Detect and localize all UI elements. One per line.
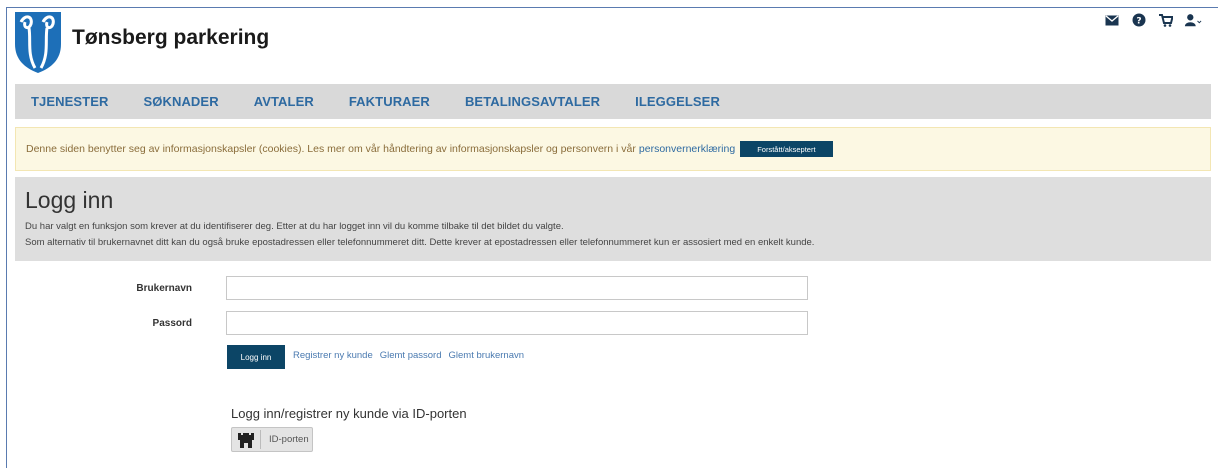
divider	[260, 430, 261, 449]
top-toolbar: ?	[1103, 12, 1202, 28]
envelope-icon[interactable]	[1103, 12, 1121, 28]
id-porten-button[interactable]: ID-porten	[231, 427, 313, 452]
nav-item-tjenester[interactable]: TJENESTER	[31, 94, 108, 109]
register-link[interactable]: Registrer ny kunde	[293, 350, 373, 361]
accept-cookies-button[interactable]: Forstått/akseptert	[740, 141, 833, 157]
municipality-logo	[15, 12, 61, 73]
username-label: Brukernavn	[136, 283, 192, 294]
id-porten-icon	[237, 430, 255, 449]
cart-icon[interactable]	[1157, 12, 1175, 28]
forgot-username-link[interactable]: Glemt brukernavn	[449, 350, 525, 361]
nav-item-ileggelser[interactable]: ILEGGELSER	[635, 94, 720, 109]
help-icon[interactable]: ?	[1130, 12, 1148, 28]
cookie-text: Denne siden benytter seg av informasjons…	[26, 143, 636, 155]
username-field[interactable]	[226, 276, 808, 300]
info-text-2: Som alternativ til brukernavnet ditt kan…	[25, 237, 815, 248]
user-menu-icon[interactable]	[1184, 12, 1202, 28]
password-label: Passord	[152, 318, 192, 329]
forgot-password-link[interactable]: Glemt passord	[380, 350, 442, 361]
password-field[interactable]	[226, 311, 808, 335]
info-text-1: Du har valgt en funksjon som krever at d…	[25, 221, 564, 232]
nav-item-avtaler[interactable]: AVTALER	[254, 94, 314, 109]
privacy-link[interactable]: personvernerklæring	[639, 143, 735, 155]
nav-item-soknader[interactable]: SØKNADER	[143, 94, 218, 109]
svg-text:?: ?	[1136, 17, 1141, 27]
nav-item-fakturaer[interactable]: FAKTURAER	[349, 94, 430, 109]
cookie-banner: Denne siden benytter seg av informasjons…	[15, 127, 1211, 171]
page-title: Logg inn	[25, 187, 114, 213]
login-button[interactable]: Logg inn	[227, 345, 285, 369]
brand-title[interactable]: Tønsberg parkering	[72, 26, 269, 50]
login-info-panel: Logg inn Du har valgt en funksjon som kr…	[15, 177, 1211, 261]
id-porten-label: ID-porten	[269, 434, 309, 445]
nav-item-betalingsavtaler[interactable]: BETALINGSAVTALER	[465, 94, 600, 109]
id-porten-heading: Logg inn/registrer ny kunde via ID-porte…	[231, 406, 467, 421]
main-nav: TJENESTER SØKNADER AVTALER FAKTURAER BET…	[15, 84, 1211, 119]
account-links: Registrer ny kunde Glemt passord Glemt b…	[293, 350, 524, 361]
